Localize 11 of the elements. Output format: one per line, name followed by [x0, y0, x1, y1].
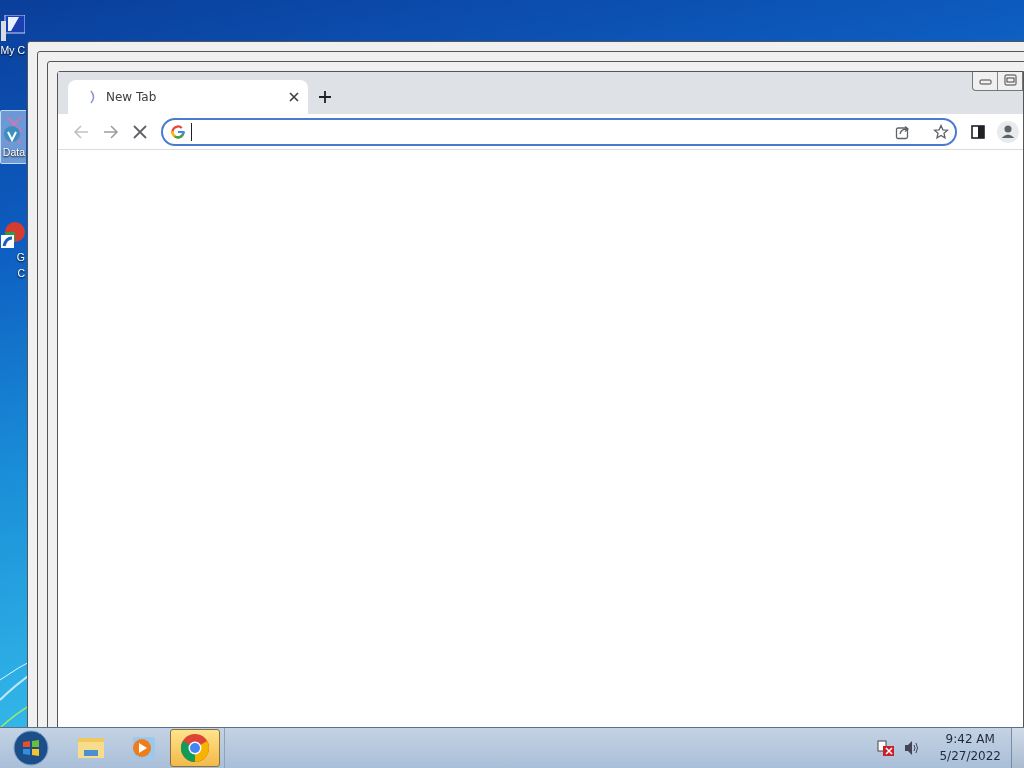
icon-label: Data: [2, 145, 25, 159]
icon-label: C: [17, 266, 25, 280]
desktop-icon[interactable]: G C: [0, 215, 26, 285]
tab-title: New Tab: [106, 90, 158, 104]
clock[interactable]: 9:42 AM 5/27/2022: [939, 731, 1001, 765]
clock-time: 9:42 AM: [945, 731, 995, 748]
desktop-icon[interactable]: My C: [0, 8, 26, 62]
browser-tab[interactable]: New Tab: [68, 80, 308, 114]
clock-date: 5/27/2022: [939, 748, 1001, 765]
icon-label: My C: [0, 43, 25, 57]
icon-label: G: [16, 250, 25, 264]
